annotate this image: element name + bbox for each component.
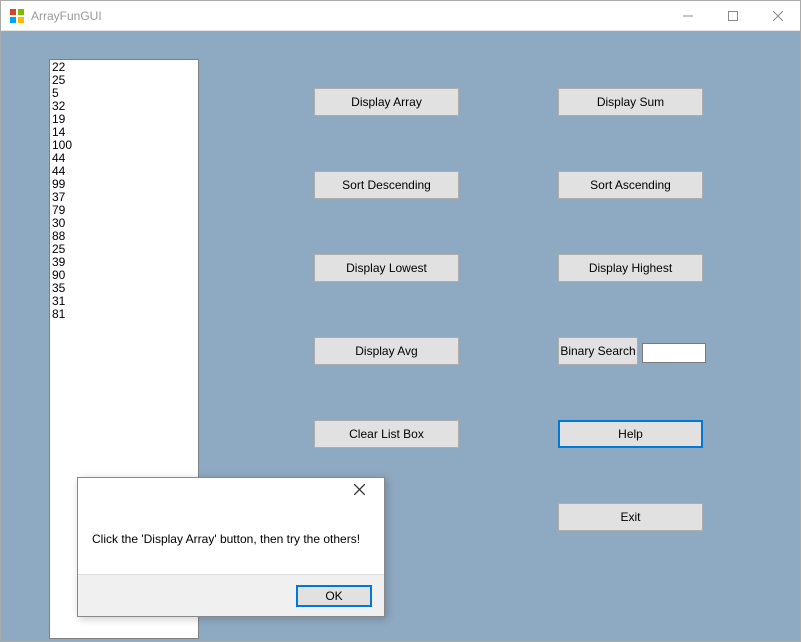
exit-button[interactable]: Exit	[558, 503, 703, 531]
display-lowest-button[interactable]: Display Lowest	[314, 254, 459, 282]
sort-descending-button[interactable]: Sort Descending	[314, 171, 459, 199]
sort-ascending-button[interactable]: Sort Ascending	[558, 171, 703, 199]
titlebar: ArrayFunGUI	[1, 1, 800, 31]
list-item[interactable]: 44	[52, 165, 196, 178]
list-item[interactable]: 79	[52, 204, 196, 217]
app-icon	[9, 8, 25, 24]
list-item[interactable]: 37	[52, 191, 196, 204]
close-button[interactable]	[755, 1, 800, 30]
list-item[interactable]: 25	[52, 243, 196, 256]
help-button[interactable]: Help	[558, 420, 703, 448]
binary-search-input[interactable]	[642, 343, 706, 363]
list-item[interactable]: 39	[52, 256, 196, 269]
dialog-footer: OK	[78, 574, 384, 616]
list-item[interactable]: 88	[52, 230, 196, 243]
minimize-button[interactable]	[665, 1, 710, 30]
display-highest-button[interactable]: Display Highest	[558, 254, 703, 282]
list-item[interactable]: 30	[52, 217, 196, 230]
list-item[interactable]: 32	[52, 100, 196, 113]
display-array-button[interactable]: Display Array	[314, 88, 459, 116]
display-sum-button[interactable]: Display Sum	[558, 88, 703, 116]
app-window: ArrayFunGUI 2225532191410044449937793088…	[0, 0, 801, 642]
dialog-ok-button[interactable]: OK	[296, 585, 372, 607]
list-item[interactable]: 25	[52, 74, 196, 87]
display-avg-button[interactable]: Display Avg	[314, 337, 459, 365]
list-item[interactable]: 14	[52, 126, 196, 139]
binary-search-button[interactable]: Binary Search	[558, 337, 638, 365]
client-area: 2225532191410044449937793088253990353181…	[1, 31, 800, 641]
list-item[interactable]: 44	[52, 152, 196, 165]
window-title: ArrayFunGUI	[31, 9, 665, 23]
window-controls	[665, 1, 800, 30]
list-item[interactable]: 5	[52, 87, 196, 100]
list-item[interactable]: 99	[52, 178, 196, 191]
dialog-close-button[interactable]	[344, 482, 374, 500]
list-item[interactable]: 35	[52, 282, 196, 295]
message-dialog: Click the 'Display Array' button, then t…	[77, 477, 385, 617]
list-item[interactable]: 31	[52, 295, 196, 308]
clear-list-box-button[interactable]: Clear List Box	[314, 420, 459, 448]
list-item[interactable]: 22	[52, 61, 196, 74]
list-item[interactable]: 19	[52, 113, 196, 126]
maximize-button[interactable]	[710, 1, 755, 30]
list-item[interactable]: 90	[52, 269, 196, 282]
dialog-titlebar	[78, 478, 384, 504]
list-item[interactable]: 81	[52, 308, 196, 321]
list-item[interactable]: 100	[52, 139, 196, 152]
dialog-message: Click the 'Display Array' button, then t…	[78, 504, 384, 574]
